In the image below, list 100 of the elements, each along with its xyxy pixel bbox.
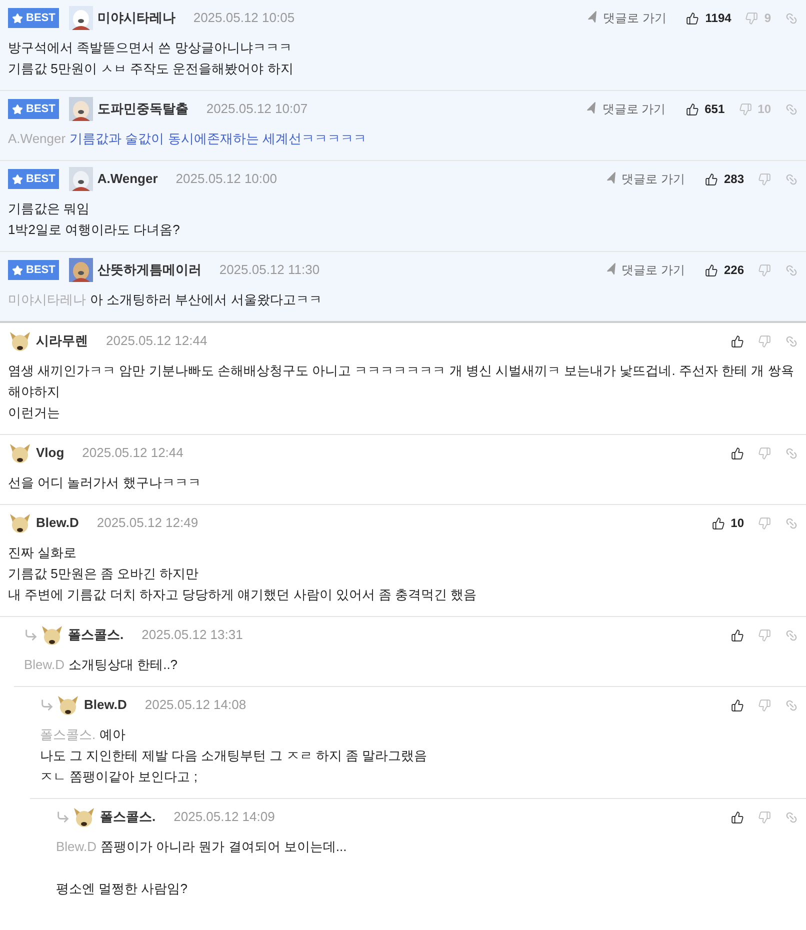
link-button[interactable] — [785, 446, 798, 460]
author-name[interactable]: 폴스콜스. — [68, 625, 124, 645]
comment-text: 염생 새끼인가ㅋㅋ 암만 기분나빠도 손해배상청구도 아니고 ㅋㅋㅋㅋㅋㅋㅋ 개 병신 시벌새끼ㅋ 보는내가 낯뜨겁네. 주선자 한테 개 쌍욕 해야하지 — [8, 363, 794, 399]
like-button[interactable] — [731, 628, 744, 642]
comment-text: ㅈㄴ 쫌팽이같아 보인다고 ; — [40, 769, 198, 784]
goto-comment-link[interactable]: 댓글로 가기 — [606, 261, 685, 279]
link-button[interactable] — [785, 810, 798, 824]
comment-time: 2025.05.12 14:09 — [174, 808, 275, 826]
comment-time: 2025.05.12 10:00 — [176, 170, 277, 188]
thumbs-down-icon — [758, 172, 771, 186]
reply-arrow-icon — [56, 810, 70, 824]
like-button[interactable] — [731, 810, 744, 824]
like-button[interactable]: 1194 — [686, 9, 732, 27]
comment-text: 내 주변에 기름값 더치 하자고 당당하게 얘기했던 사람이 있어서 좀 충격먹긴 했음 — [8, 587, 477, 602]
reply-arrow-icon — [40, 698, 54, 712]
thumbs-down-icon — [738, 102, 752, 116]
comment-time: 2025.05.12 13:31 — [142, 626, 243, 644]
link-button[interactable] — [785, 172, 798, 186]
author-name[interactable]: 폴스콜스. — [100, 807, 156, 827]
comment-text: 기름값 5만원은 좀 오바긴 하지만 — [8, 566, 199, 581]
comment-text: 평소엔 멀쩡한 사람임? — [56, 881, 188, 896]
reply-arrow-icon — [24, 628, 38, 642]
thumbs-down-icon — [758, 810, 771, 824]
comment-text: 1박2일로 여행이라도 다녀옴? — [8, 222, 180, 237]
comment-text: 소개팅상대 한테..? — [68, 657, 178, 672]
star-icon — [12, 104, 23, 114]
goto-comment-link[interactable]: 댓글로 가기 — [586, 100, 666, 118]
thumbs-down-icon — [758, 264, 771, 276]
comment-time: 2025.05.12 10:07 — [206, 100, 308, 118]
best-badge: BEST — [8, 99, 60, 119]
author-name[interactable]: Vlog — [36, 443, 64, 463]
comment-time: 2025.05.12 12:44 — [106, 332, 208, 350]
thumbs-down-icon — [758, 628, 771, 642]
comment-time: 2025.05.12 10:05 — [193, 9, 295, 28]
dislike-button[interactable] — [758, 698, 771, 712]
dislike-button[interactable] — [758, 628, 771, 642]
comment-text: 쫌팽이가 아니라 뭔가 결여되어 보이는데... — [100, 839, 347, 854]
like-button[interactable]: 283 — [704, 170, 744, 188]
author-name[interactable]: A.Wenger — [97, 169, 158, 189]
best-badge: BEST — [8, 169, 60, 189]
dislike-button[interactable] — [758, 334, 771, 348]
comment-text: 선을 어디 놀러가서 했구나ㅋㅋㅋ — [8, 475, 201, 490]
thumbs-down-icon — [758, 516, 771, 530]
author-name[interactable]: 시라무렌 — [36, 331, 88, 351]
link-button[interactable] — [785, 698, 798, 712]
link-button[interactable] — [785, 516, 798, 530]
like-button[interactable] — [731, 446, 744, 460]
dislike-button[interactable] — [758, 264, 771, 276]
thumbs-up-icon — [731, 334, 744, 348]
thumbs-up-icon — [731, 628, 744, 642]
like-button[interactable] — [731, 334, 744, 348]
thumbs-up-icon — [704, 264, 718, 276]
comment-text: 진짜 실화로 — [8, 545, 77, 560]
thumbs-up-icon — [686, 12, 700, 24]
author-name[interactable]: 미야시타레나 — [97, 8, 176, 28]
author-name[interactable]: Blew.D — [36, 513, 79, 533]
star-icon — [12, 174, 23, 184]
thumbs-down-icon — [758, 334, 771, 348]
comment-text: 나도 그 지인한테 제발 다음 소개팅부턴 그 ㅈㄹ 하지 좀 말라그랬음 — [40, 748, 428, 763]
best-badge: BEST — [8, 260, 60, 280]
dislike-button[interactable] — [758, 172, 771, 186]
best-badge: BEST — [8, 8, 60, 28]
goto-comment-link[interactable]: 댓글로 가기 — [606, 170, 685, 188]
comment-text: 이런거는 — [8, 405, 60, 420]
comment-time: 2025.05.12 12:49 — [96, 514, 198, 532]
like-button[interactable]: 226 — [704, 261, 744, 279]
thumbs-up-icon — [686, 102, 699, 116]
star-icon — [12, 264, 23, 276]
thumbs-up-icon — [731, 810, 744, 824]
dislike-button[interactable] — [758, 446, 771, 460]
comment-text: 예아 — [100, 727, 126, 742]
thumbs-up-icon — [704, 172, 718, 186]
link-button[interactable] — [785, 102, 798, 116]
dislike-button[interactable] — [758, 810, 771, 824]
thumbs-up-icon — [731, 446, 744, 460]
author-name[interactable]: 도파민중독탈출 — [97, 99, 188, 119]
link-button[interactable] — [785, 264, 798, 276]
thumbs-down-icon — [758, 698, 771, 712]
comment-time: 2025.05.12 12:44 — [82, 444, 184, 462]
thumbs-down-icon — [758, 446, 771, 460]
like-button[interactable]: 651 — [686, 100, 725, 118]
dislike-button[interactable] — [758, 516, 771, 530]
goto-comment-link[interactable]: 댓글로 가기 — [586, 9, 666, 27]
comment-text: 방구석에서 족발뜯으면서 쓴 망상글아니냐ㅋㅋㅋ — [8, 40, 292, 55]
comment-text: 기름값은 뭐임 — [8, 201, 90, 216]
link-button[interactable] — [785, 628, 798, 642]
comment-text: 기름값과 술값이 동시에존재하는 세계선ㅋㅋㅋㅋㅋ — [70, 131, 366, 146]
author-name[interactable]: 산뜻하게틈메이러 — [97, 260, 202, 280]
comment-time: 2025.05.12 14:08 — [144, 696, 246, 714]
thumbs-up-icon — [712, 516, 725, 530]
like-button[interactable]: 10 — [712, 514, 744, 532]
link-button[interactable] — [785, 12, 798, 24]
comment-text: 기름값 5만원이 ㅅㅂ 주작도 운전을해봤어야 하지 — [8, 61, 294, 76]
thumbs-down-icon — [745, 12, 758, 24]
comment-time: 2025.05.12 11:30 — [219, 261, 320, 280]
thumbs-up-icon — [731, 698, 744, 712]
link-button[interactable] — [785, 334, 798, 348]
like-button[interactable] — [731, 698, 744, 712]
author-name[interactable]: Blew.D — [84, 695, 127, 715]
comment-text: 아 소개팅하러 부산에서 서울왔다고ㅋㅋ — [90, 292, 322, 307]
